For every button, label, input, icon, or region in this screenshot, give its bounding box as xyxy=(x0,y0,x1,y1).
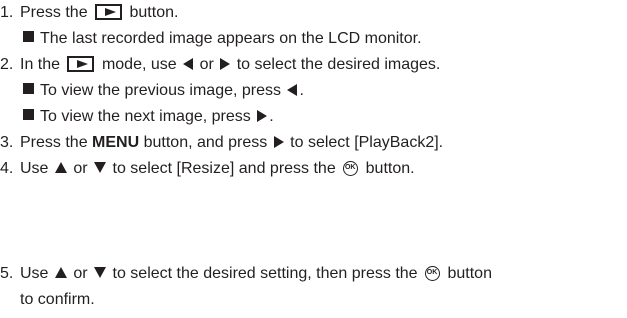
step-number: 5. xyxy=(0,265,14,282)
step-5: 5. Use or to select the desired setting, … xyxy=(0,264,492,284)
step-1-bullet: The last recorded image appears on the L… xyxy=(20,29,422,49)
up-arrow-icon xyxy=(54,267,67,278)
bullet-square-icon xyxy=(23,109,34,120)
step-number: 2. xyxy=(0,56,14,73)
step-number: 3. xyxy=(0,134,14,151)
up-arrow-icon xyxy=(54,162,67,173)
step-3: 3. Press the MENU button, and press to se… xyxy=(0,134,444,151)
left-arrow-icon xyxy=(183,58,194,70)
right-arrow-icon xyxy=(220,58,231,70)
left-arrow-icon xyxy=(287,84,298,96)
bullet-square-icon xyxy=(23,83,34,94)
menu-button-label: MENU xyxy=(92,134,140,151)
down-arrow-icon xyxy=(94,267,107,278)
step-2-bullet-next: To view the next image, press . xyxy=(20,107,274,127)
ok-button-icon xyxy=(425,266,441,281)
right-arrow-icon xyxy=(257,110,268,122)
step-1: 1. Press the button. xyxy=(0,4,179,21)
bullet-square-icon xyxy=(23,31,34,42)
step-5-continuation: to confirm. xyxy=(20,291,95,308)
step-2-bullet-prev: To view the previous image, press . xyxy=(20,81,304,101)
play-button-icon xyxy=(67,56,95,72)
step-number: 4. xyxy=(0,160,14,177)
down-arrow-icon xyxy=(94,162,107,173)
right-arrow-icon xyxy=(273,136,284,148)
step-2: 2. In the mode, use or to select the desi… xyxy=(0,56,441,73)
ok-button-icon xyxy=(343,161,359,176)
step-number: 1. xyxy=(0,4,14,21)
instruction-page: 1. Press the button. The last recorded im… xyxy=(0,0,627,318)
play-button-icon xyxy=(95,4,123,20)
step-4: 4. Use or to select [Resize] and press th… xyxy=(0,159,415,179)
